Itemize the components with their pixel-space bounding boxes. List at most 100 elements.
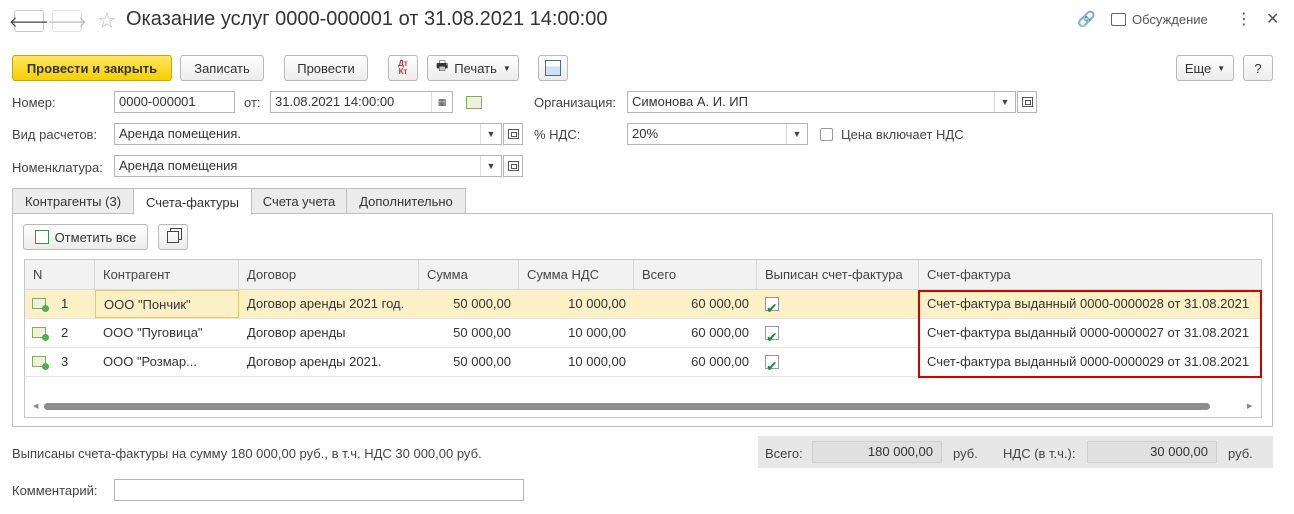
cell-sum[interactable]: 50 000,00 (419, 319, 519, 347)
open-icon (1021, 97, 1033, 107)
cell-total[interactable]: 60 000,00 (634, 319, 757, 347)
check-all-icon (34, 230, 49, 244)
scroll-right-icon[interactable]: ▶ (1247, 402, 1252, 410)
cell-total[interactable]: 60 000,00 (634, 348, 757, 376)
column-header-contract[interactable]: Договор (239, 260, 419, 290)
chevron-down-icon[interactable]: ▼ (480, 124, 501, 144)
help-button[interactable]: ? (1243, 55, 1273, 81)
chevron-down-icon[interactable]: ▼ (994, 92, 1015, 112)
total-label: Всего: (765, 446, 803, 461)
vat-currency: руб. (1228, 446, 1253, 461)
cell-sum[interactable]: 50 000,00 (419, 348, 519, 376)
cell-issued[interactable] (757, 290, 919, 318)
forward-button[interactable]: 🡒 (47, 10, 87, 32)
cell-counterparty[interactable]: ООО "Пончик" (95, 290, 239, 318)
price-includes-vat-checkbox[interactable] (820, 128, 833, 141)
column-header-counterparty[interactable]: Контрагент (95, 260, 239, 290)
document-row-icon (32, 327, 49, 341)
discussion-button[interactable]: Обсуждение (1111, 12, 1208, 27)
link-icon[interactable]: 🔗 (1077, 10, 1096, 28)
open-icon (507, 129, 519, 139)
nomenclature-field[interactable]: Аренда помещения ▼ (114, 155, 502, 177)
date-label: от: (244, 95, 261, 110)
cell-vat-sum[interactable]: 10 000,00 (519, 348, 634, 376)
cell-total[interactable]: 60 000,00 (634, 290, 757, 318)
dtkt-button[interactable]: Дт Кт (388, 55, 418, 81)
cell-contract[interactable]: Договор аренды 2021 год. (239, 290, 419, 318)
cell-sum[interactable]: 50 000,00 (419, 290, 519, 318)
tab-additional[interactable]: Дополнительно (346, 188, 466, 213)
close-icon[interactable]: ✕ (1266, 9, 1279, 29)
structure-button[interactable] (538, 55, 568, 81)
vat-total-label: НДС (в т.ч.): (1003, 446, 1076, 461)
calc-type-value: Аренда помещения. (119, 126, 242, 141)
cell-n: 2 (61, 325, 69, 340)
copy-button[interactable] (158, 224, 188, 250)
cell-n: 3 (61, 354, 69, 369)
column-header-issued[interactable]: Выписан счет-фактура (757, 260, 919, 290)
comment-field[interactable] (114, 479, 524, 501)
save-button[interactable]: Записать (180, 55, 264, 81)
price-includes-vat-label: Цена включает НДС (841, 127, 964, 142)
post-button[interactable]: Провести (284, 55, 368, 81)
print-label: Печать (454, 60, 497, 76)
column-header-n[interactable]: N (25, 260, 95, 290)
calc-type-field[interactable]: Аренда помещения. ▼ (114, 123, 502, 145)
chevron-down-icon[interactable]: ▼ (786, 124, 807, 144)
number-field[interactable]: 0000-000001 (114, 91, 235, 113)
organization-open-button[interactable] (1017, 91, 1037, 113)
issued-checkbox[interactable] (765, 323, 779, 347)
copy-icon (167, 231, 179, 243)
calendar-icon[interactable]: ▦ (431, 92, 452, 112)
structure-icon (545, 60, 561, 76)
more-label: Еще (1184, 60, 1212, 76)
cell-counterparty[interactable]: ООО "Розмар... (95, 348, 239, 376)
cell-vat-sum[interactable]: 10 000,00 (519, 319, 634, 347)
page-title: Оказание услуг 0000-000001 от 31.08.2021… (126, 8, 608, 30)
total-value: 180 000,00 (812, 441, 942, 463)
column-header-total[interactable]: Всего (634, 260, 757, 290)
issued-checkbox[interactable] (765, 352, 779, 376)
more-vertical-icon[interactable]: ⋮ (1236, 9, 1252, 29)
tab-counterparties[interactable]: Контрагенты (3) (12, 188, 134, 213)
mark-all-label: Отметить все (54, 229, 137, 245)
back-button[interactable]: 🡐 (9, 10, 49, 32)
document-row-icon (32, 298, 49, 312)
cell-n: 1 (61, 296, 69, 311)
nomenclature-value: Аренда помещения (119, 158, 238, 173)
more-button[interactable]: Еще ▼ (1176, 55, 1234, 81)
column-header-vat-sum[interactable]: Сумма НДС (519, 260, 634, 290)
vat-rate-label: % НДС: (534, 127, 581, 142)
column-header-sum[interactable]: Сумма (419, 260, 519, 290)
favorite-star-icon[interactable]: ☆ (97, 8, 117, 34)
organization-field[interactable]: Симонова А. И. ИП ▼ (627, 91, 1016, 113)
chevron-down-icon[interactable]: ▼ (480, 156, 501, 176)
history-icon[interactable] (466, 96, 482, 109)
tab-invoices[interactable]: Счета-фактуры (133, 188, 252, 215)
cell-contract[interactable]: Договор аренды 2021. (239, 348, 419, 376)
arrow-right-icon: 🡒 (46, 13, 88, 31)
cell-counterparty[interactable]: ООО "Пуговица" (95, 319, 239, 347)
mark-all-button[interactable]: Отметить все (23, 224, 148, 250)
date-field[interactable]: 31.08.2021 14:00:00 ▦ (270, 91, 453, 113)
cell-contract[interactable]: Договор аренды (239, 319, 419, 347)
vat-rate-field[interactable]: 20% ▼ (627, 123, 808, 145)
cell-issued[interactable] (757, 348, 919, 376)
cell-issued[interactable] (757, 319, 919, 347)
printer-icon: 🖶 (436, 58, 449, 73)
print-button[interactable]: 🖶 Печать ▼ (427, 55, 519, 81)
open-icon (507, 161, 519, 171)
horizontal-scrollbar[interactable] (44, 403, 1210, 410)
discussion-label: Обсуждение (1132, 12, 1208, 27)
column-header-invoice[interactable]: Счет-фактура (919, 260, 1261, 290)
post-and-close-button[interactable]: Провести и закрыть (12, 55, 172, 81)
chevron-down-icon: ▼ (1217, 63, 1226, 73)
tab-accounts[interactable]: Счета учета (251, 188, 347, 213)
scroll-left-icon[interactable]: ◀ (33, 402, 38, 410)
summary-text: Выписаны счета-фактуры на сумму 180 000,… (12, 446, 482, 461)
calc-type-open-button[interactable] (503, 123, 523, 145)
issued-checkbox[interactable] (765, 294, 779, 318)
nomenclature-open-button[interactable] (503, 155, 523, 177)
nomenclature-label: Номенклатура: (12, 160, 103, 175)
cell-vat-sum[interactable]: 10 000,00 (519, 290, 634, 318)
